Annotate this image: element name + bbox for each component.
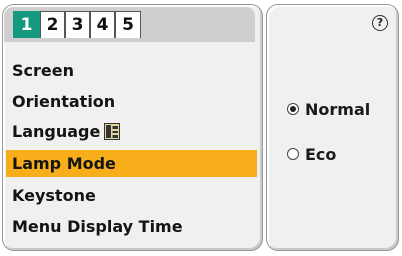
menu-item-label: Orientation	[12, 92, 116, 111]
menu-item-lamp-mode[interactable]: Lamp Mode	[6, 150, 257, 177]
radio-option-eco[interactable]: Eco	[287, 144, 336, 164]
menu-item-label: Screen	[12, 61, 74, 80]
menu-item-keystone[interactable]: Keystone	[6, 182, 257, 209]
tab-2[interactable]: 2	[40, 11, 65, 38]
menu-item-label: Menu Display Time	[12, 217, 183, 236]
menu-item-label: Language	[12, 122, 101, 141]
menu-item-orientation[interactable]: Orientation	[6, 88, 257, 115]
menu-item-screen[interactable]: Screen	[6, 57, 257, 84]
menu-item-label: Lamp Mode	[12, 154, 116, 173]
menu-item-menu-display-time[interactable]: Menu Display Time	[6, 213, 257, 240]
radio-button-unchecked[interactable]	[287, 148, 299, 160]
help-icon[interactable]: ?	[372, 15, 388, 31]
tab-5[interactable]: 5	[115, 11, 141, 38]
menu-item-label: Keystone	[12, 186, 96, 205]
lamp-mode-options-panel: ?	[266, 4, 399, 251]
tab-4[interactable]: 4	[90, 11, 115, 38]
radio-label-normal: Normal	[305, 99, 371, 119]
tab-3[interactable]: 3	[65, 11, 90, 38]
menu-item-language[interactable]: Language	[6, 118, 257, 145]
radio-option-normal[interactable]: Normal	[287, 99, 370, 119]
radio-label-eco: Eco	[305, 144, 337, 164]
language-icon	[104, 123, 121, 140]
radio-button-checked[interactable]	[287, 103, 299, 115]
tab-1[interactable]: 1	[13, 11, 40, 38]
